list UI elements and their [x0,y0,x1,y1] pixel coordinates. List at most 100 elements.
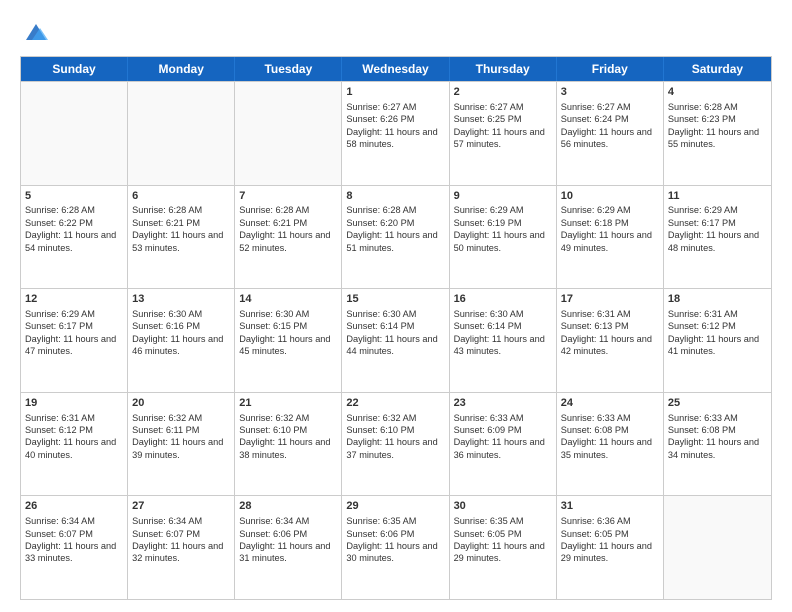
day-number: 3 [561,85,659,100]
day-number: 25 [668,396,767,411]
day-info: Sunrise: 6:31 AM Sunset: 6:13 PM Dayligh… [561,309,652,356]
day-number: 21 [239,396,337,411]
day-number: 2 [454,85,552,100]
day-number: 1 [346,85,444,100]
day-cell-11: 11Sunrise: 6:29 AM Sunset: 6:17 PM Dayli… [664,186,771,289]
calendar-row-0: 1Sunrise: 6:27 AM Sunset: 6:26 PM Daylig… [21,81,771,185]
day-cell-2: 2 Sunrise: 6:27 AM Sunset: 6:25 PM Daylig… [450,82,557,185]
day-number: 22 [346,396,444,411]
day-cell-empty-0-0 [21,82,128,185]
calendar-header: SundayMondayTuesdayWednesdayThursdayFrid… [21,57,771,81]
calendar-row-2: 12 Sunrise: 6:29 AM Sunset: 6:17 PM Dayli… [21,288,771,392]
day-info: Sunrise: 6:32 AM Sunset: 6:11 PM Dayligh… [132,413,223,460]
day-info: Sunrise: 6:29 AM Sunset: 6:17 PM Dayligh… [668,205,759,252]
day-cell-13: 13 Sunrise: 6:30 AM Sunset: 6:16 PM Dayli… [128,289,235,392]
day-cell-8: 8Sunrise: 6:28 AM Sunset: 6:20 PM Daylig… [342,186,449,289]
day-info: Sunrise: 6:33 AM Sunset: 6:08 PM Dayligh… [668,413,759,460]
day-number: 5 [25,189,123,204]
weekday-header-saturday: Saturday [664,57,771,81]
day-info: Sunrise: 6:32 AM Sunset: 6:10 PM Dayligh… [346,413,437,460]
day-cell-20: 20 Sunrise: 6:32 AM Sunset: 6:11 PM Dayli… [128,393,235,496]
day-cell-25: 25 Sunrise: 6:33 AM Sunset: 6:08 PM Dayli… [664,393,771,496]
day-cell-14: 14 Sunrise: 6:30 AM Sunset: 6:15 PM Dayli… [235,289,342,392]
day-number: 18 [668,292,767,307]
day-info: Sunrise: 6:35 AM Sunset: 6:06 PM Dayligh… [346,516,437,563]
day-number: 31 [561,499,659,514]
day-number: 20 [132,396,230,411]
day-cell-29: 29 Sunrise: 6:35 AM Sunset: 6:06 PM Dayli… [342,496,449,599]
day-info: Sunrise: 6:35 AM Sunset: 6:05 PM Dayligh… [454,516,545,563]
day-number: 23 [454,396,552,411]
day-cell-28: 28 Sunrise: 6:34 AM Sunset: 6:06 PM Dayli… [235,496,342,599]
day-number: 19 [25,396,123,411]
calendar-row-3: 19 Sunrise: 6:31 AM Sunset: 6:12 PM Dayli… [21,392,771,496]
page: SundayMondayTuesdayWednesdayThursdayFrid… [0,0,792,612]
day-info: Sunrise: 6:31 AM Sunset: 6:12 PM Dayligh… [668,309,759,356]
day-cell-9: 9Sunrise: 6:29 AM Sunset: 6:19 PM Daylig… [450,186,557,289]
day-cell-24: 24 Sunrise: 6:33 AM Sunset: 6:08 PM Dayli… [557,393,664,496]
day-cell-22: 22 Sunrise: 6:32 AM Sunset: 6:10 PM Dayli… [342,393,449,496]
day-cell-4: 4 Sunrise: 6:28 AM Sunset: 6:23 PM Daylig… [664,82,771,185]
day-info: Sunrise: 6:33 AM Sunset: 6:09 PM Dayligh… [454,413,545,460]
day-cell-5: 5Sunrise: 6:28 AM Sunset: 6:22 PM Daylig… [21,186,128,289]
day-info: Sunrise: 6:30 AM Sunset: 6:15 PM Dayligh… [239,309,330,356]
day-number: 26 [25,499,123,514]
day-info: Sunrise: 6:34 AM Sunset: 6:07 PM Dayligh… [132,516,223,563]
calendar: SundayMondayTuesdayWednesdayThursdayFrid… [20,56,772,600]
day-info: Sunrise: 6:31 AM Sunset: 6:12 PM Dayligh… [25,413,116,460]
day-info: Sunrise: 6:28 AM Sunset: 6:22 PM Dayligh… [25,205,116,252]
day-number: 6 [132,189,230,204]
day-info: Sunrise: 6:28 AM Sunset: 6:21 PM Dayligh… [239,205,330,252]
day-info: Sunrise: 6:28 AM Sunset: 6:20 PM Dayligh… [346,205,437,252]
day-cell-empty-0-1 [128,82,235,185]
weekday-header-friday: Friday [557,57,664,81]
day-cell-19: 19 Sunrise: 6:31 AM Sunset: 6:12 PM Dayli… [21,393,128,496]
day-cell-15: 15Sunrise: 6:30 AM Sunset: 6:14 PM Dayli… [342,289,449,392]
day-info: Sunrise: 6:33 AM Sunset: 6:08 PM Dayligh… [561,413,652,460]
weekday-header-sunday: Sunday [21,57,128,81]
weekday-header-tuesday: Tuesday [235,57,342,81]
day-number: 30 [454,499,552,514]
day-cell-16: 16 Sunrise: 6:30 AM Sunset: 6:14 PM Dayli… [450,289,557,392]
day-number: 4 [668,85,767,100]
weekday-header-thursday: Thursday [450,57,557,81]
day-number: 24 [561,396,659,411]
day-number: 11 [668,189,767,204]
day-info: Sunrise: 6:32 AM Sunset: 6:10 PM Dayligh… [239,413,330,460]
day-cell-12: 12 Sunrise: 6:29 AM Sunset: 6:17 PM Dayli… [21,289,128,392]
calendar-body: 1Sunrise: 6:27 AM Sunset: 6:26 PM Daylig… [21,81,771,599]
day-info: Sunrise: 6:28 AM Sunset: 6:23 PM Dayligh… [668,102,759,149]
day-number: 28 [239,499,337,514]
day-info: Sunrise: 6:27 AM Sunset: 6:25 PM Dayligh… [454,102,545,149]
day-cell-3: 3 Sunrise: 6:27 AM Sunset: 6:24 PM Daylig… [557,82,664,185]
day-cell-30: 30 Sunrise: 6:35 AM Sunset: 6:05 PM Dayli… [450,496,557,599]
day-cell-26: 26Sunrise: 6:34 AM Sunset: 6:07 PM Dayli… [21,496,128,599]
day-number: 12 [25,292,123,307]
header [20,18,772,46]
day-number: 29 [346,499,444,514]
day-number: 27 [132,499,230,514]
day-number: 16 [454,292,552,307]
day-info: Sunrise: 6:30 AM Sunset: 6:16 PM Dayligh… [132,309,223,356]
day-cell-21: 21 Sunrise: 6:32 AM Sunset: 6:10 PM Dayli… [235,393,342,496]
day-cell-7: 7Sunrise: 6:28 AM Sunset: 6:21 PM Daylig… [235,186,342,289]
logo-icon [22,18,50,46]
day-number: 14 [239,292,337,307]
day-info: Sunrise: 6:27 AM Sunset: 6:24 PM Dayligh… [561,102,652,149]
day-cell-empty-0-2 [235,82,342,185]
weekday-header-wednesday: Wednesday [342,57,449,81]
day-info: Sunrise: 6:29 AM Sunset: 6:18 PM Dayligh… [561,205,652,252]
day-info: Sunrise: 6:29 AM Sunset: 6:17 PM Dayligh… [25,309,116,356]
day-cell-17: 17 Sunrise: 6:31 AM Sunset: 6:13 PM Dayli… [557,289,664,392]
day-cell-10: 10Sunrise: 6:29 AM Sunset: 6:18 PM Dayli… [557,186,664,289]
day-info: Sunrise: 6:34 AM Sunset: 6:06 PM Dayligh… [239,516,330,563]
day-info: Sunrise: 6:30 AM Sunset: 6:14 PM Dayligh… [454,309,545,356]
day-cell-27: 27 Sunrise: 6:34 AM Sunset: 6:07 PM Dayli… [128,496,235,599]
calendar-row-4: 26 Sunrise: 6:34 AM Sunset: 6:07 PM Dayli… [21,495,771,599]
day-number: 13 [132,292,230,307]
day-number: 10 [561,189,659,204]
day-info: Sunrise: 6:28 AM Sunset: 6:21 PM Dayligh… [132,205,223,252]
day-number: 17 [561,292,659,307]
weekday-header-monday: Monday [128,57,235,81]
day-info: Sunrise: 6:36 AM Sunset: 6:05 PM Dayligh… [561,516,652,563]
